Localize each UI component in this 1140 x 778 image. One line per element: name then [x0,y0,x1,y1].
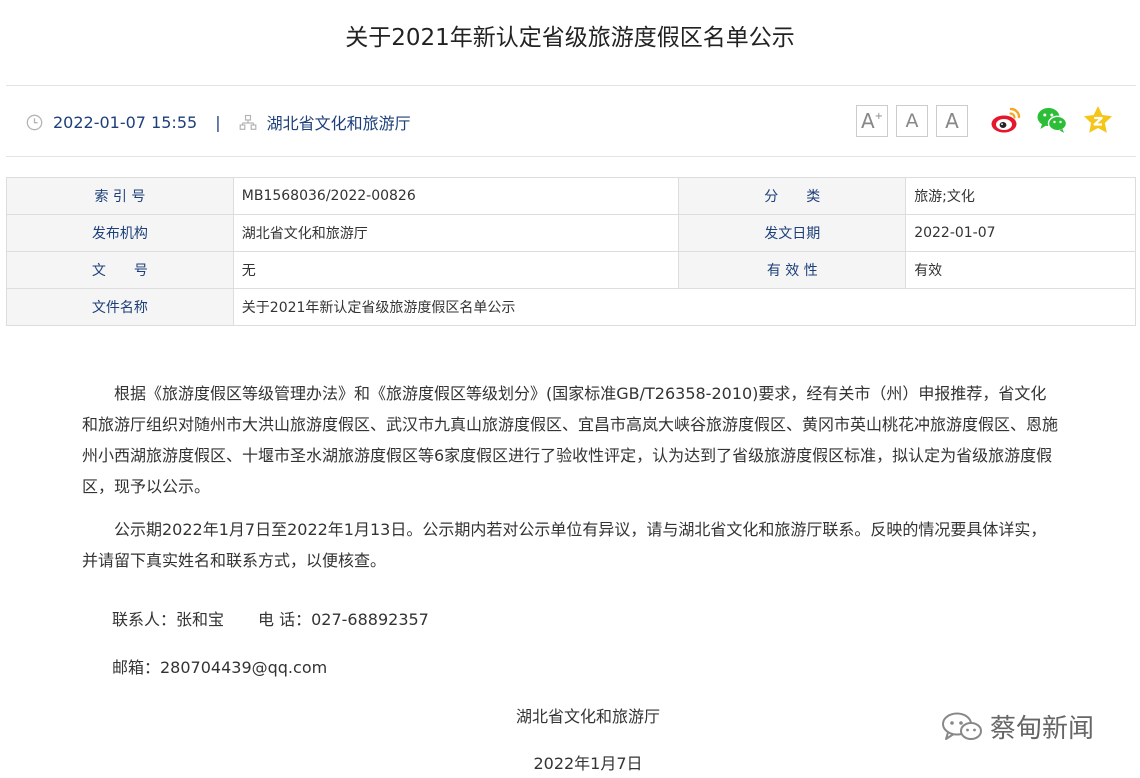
validity-label: 有 效 性 [678,251,907,289]
contact-line: 联系人：张和宝 电 话：027-68892357 [112,606,429,630]
document-name-value: 关于2021年新认定省级旅游度假区名单公示 [232,288,1137,326]
document-name-label: 文件名称 [6,288,234,326]
body-paragraph: 公示期2022年1月7日至2022年1月13日。公示期内若对公示单位有异议，请与… [82,520,1047,570]
contact-phone: 电 话：027-68892357 [258,610,429,629]
issuing-org-label: 发布机构 [6,214,234,252]
index-number-value: MB1568036/2022-00826 [232,177,680,215]
wechat-icon[interactable] [1036,104,1068,136]
qzone-icon[interactable] [1082,104,1114,136]
contact-email: 邮箱：280704439@qq.com [112,658,328,677]
font-size-controls: A + A A [856,105,968,137]
page-title: 关于2021年新认定省级旅游度假区名单公示 [345,25,795,51]
category-label: 分 类 [678,177,907,215]
article-body: 根据《旅游度假区等级管理办法》和《旅游度假区等级划分》(国家标准GB/T2635… [82,378,1062,590]
organization-icon [239,114,257,131]
signature-date: 2022年1月7日 [533,754,643,773]
document-info-table: 索 引 号 MB1568036/2022-00826 分 类 旅游;文化 发布机… [6,177,1137,326]
document-number-value: 无 [232,251,680,289]
table-row: 发布机构 湖北省文化和旅游厅 发文日期 2022-01-07 [6,214,1136,252]
category-value: 旅游;文化 [905,177,1136,215]
contact-person: 联系人：张和宝 [112,610,225,629]
share-bar [990,104,1114,136]
font-size-increase-button[interactable]: A + [856,105,888,137]
issue-date-value: 2022-01-07 [905,214,1136,252]
meta-divider [6,156,1136,157]
validity-value: 有效 [905,251,1136,289]
table-row: 文件名称 关于2021年新认定省级旅游度假区名单公示 [6,288,1137,326]
watermark: 蔡甸新闻 [940,708,1094,745]
table-row: 索 引 号 MB1568036/2022-00826 分 类 旅游;文化 [6,177,1136,215]
meta-separator: | [215,112,221,132]
weibo-icon[interactable] [990,104,1022,136]
clock-icon [26,114,43,131]
document-number-label: 文 号 [6,251,234,289]
table-row: 文 号 无 有 效 性 有效 [6,251,1136,289]
publisher-name: 湖北省文化和旅游厅 [266,114,411,133]
title-divider [6,85,1136,86]
wechat-watermark-icon [942,712,982,740]
issuing-org-value: 湖北省文化和旅游厅 [232,214,680,252]
article-meta: 2022-01-07 15:55 | 湖北省文化和旅游厅 [26,108,411,136]
watermark-text: 蔡甸新闻 [990,714,1095,744]
issue-date-label: 发文日期 [678,214,907,252]
font-size-decrease-button[interactable]: A [896,105,928,137]
body-paragraph: 根据《旅游度假区等级管理办法》和《旅游度假区等级划分》(国家标准GB/T2635… [82,384,1059,496]
font-size-reset-button[interactable]: A [936,105,968,137]
publish-datetime: 2022-01-07 15:55 [53,112,198,132]
index-number-label: 索 引 号 [6,177,234,215]
